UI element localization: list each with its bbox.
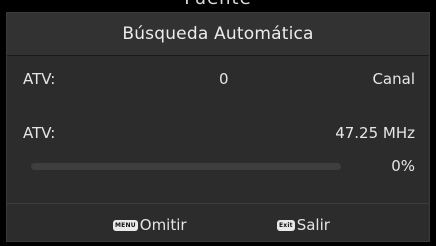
exit-button[interactable]: Exit Salir [277,216,330,234]
exit-label: Salir [296,216,330,234]
scan-progress-percent: 0% [391,157,415,175]
skip-button[interactable]: MENU Omitir [113,216,187,234]
atv-frequency-row: ATV: 47.25 MHz [7,119,429,147]
channel-unit-label: Canal [372,70,415,88]
scan-progress-bar [31,163,341,170]
background-title-fragment: Fuente [0,0,436,12]
skip-label: Omitir [139,216,187,234]
background-title-text: Fuente [0,0,436,9]
auto-search-dialog: Búsqueda Automática ATV: 0 Canal ATV: 47… [6,12,430,242]
dialog-header: Búsqueda Automática [7,13,429,56]
atv-label: ATV: [23,124,56,142]
menu-key-icon: MENU [113,219,138,231]
footer-divider [7,203,429,204]
dialog-title: Búsqueda Automática [122,24,314,44]
dialog-footer: MENU Omitir Exit Salir [7,213,429,239]
channel-count: 0 [219,70,229,88]
exit-key-icon: Exit [277,219,295,231]
atv-label: ATV: [23,70,56,88]
frequency-value: 47.25 MHz [335,124,415,142]
atv-channel-row: ATV: 0 Canal [7,65,429,93]
